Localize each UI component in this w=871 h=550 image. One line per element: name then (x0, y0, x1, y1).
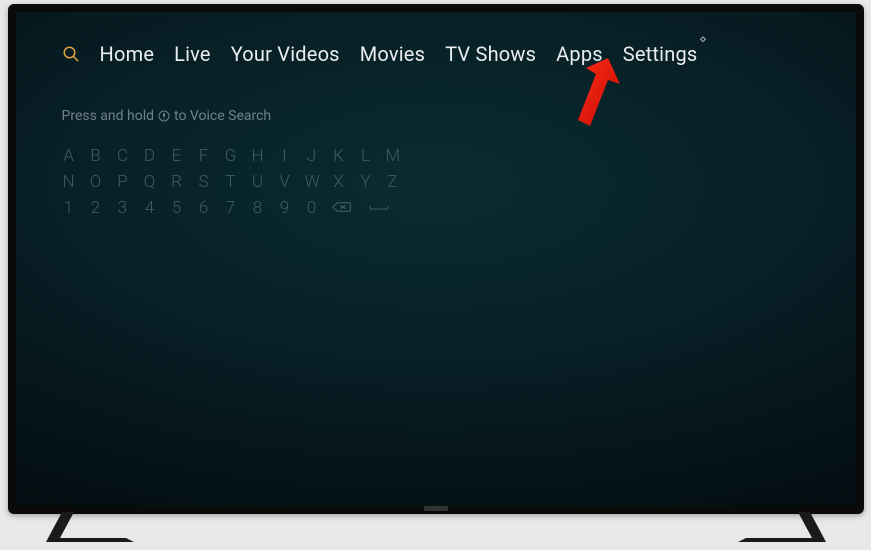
keyboard-row-1: A B C D E F G H I J K L M (62, 146, 810, 166)
hint-suffix: to Voice Search (174, 108, 271, 124)
tv-frame: Home Live Your Videos Movies TV Shows Ap… (8, 4, 864, 544)
key[interactable]: K (332, 146, 346, 166)
key[interactable]: E (170, 146, 184, 166)
tv-screen: Home Live Your Videos Movies TV Shows Ap… (16, 12, 856, 506)
key[interactable]: J (305, 146, 319, 166)
key[interactable]: U (251, 172, 265, 192)
key[interactable]: 2 (89, 198, 103, 218)
hint-prefix: Press and hold (62, 108, 155, 124)
key[interactable]: H (251, 146, 265, 166)
key[interactable]: D (143, 146, 157, 166)
annotation-arrow-icon (564, 58, 620, 146)
key[interactable]: V (278, 172, 292, 192)
tv-bezel: Home Live Your Videos Movies TV Shows Ap… (8, 4, 864, 514)
key[interactable]: S (197, 172, 211, 192)
nav-apps[interactable]: Apps (556, 42, 603, 66)
key[interactable]: 3 (116, 198, 130, 218)
key[interactable]: 4 (143, 198, 157, 218)
top-navigation: Home Live Your Videos Movies TV Shows Ap… (62, 42, 810, 66)
space-key[interactable] (365, 198, 393, 218)
keyboard-row-3: 1 2 3 4 5 6 7 8 9 0 (62, 198, 810, 218)
key[interactable]: F (197, 146, 211, 166)
nav-settings[interactable]: Settings (623, 42, 698, 66)
nav-movies[interactable]: Movies (360, 42, 425, 66)
key[interactable]: 0 (305, 198, 319, 218)
key[interactable]: Y (359, 172, 373, 192)
key[interactable]: N (62, 172, 76, 192)
nav-tv-shows[interactable]: TV Shows (445, 42, 536, 66)
keyboard-row-2: N O P Q R S T U V W X Y Z (62, 172, 810, 192)
tv-brand-logo (424, 506, 448, 511)
tv-leg-right (738, 512, 826, 542)
key[interactable]: A (62, 146, 76, 166)
key[interactable]: 8 (251, 198, 265, 218)
key[interactable]: R (170, 172, 184, 192)
key[interactable]: 9 (278, 198, 292, 218)
key[interactable]: Q (143, 172, 157, 192)
key[interactable]: L (359, 146, 373, 166)
key[interactable]: Z (386, 172, 400, 192)
on-screen-keyboard: A B C D E F G H I J K L M N O P (62, 146, 810, 218)
key[interactable]: P (116, 172, 130, 192)
key[interactable]: M (386, 146, 400, 166)
microphone-icon (158, 110, 170, 122)
key[interactable]: 5 (170, 198, 184, 218)
tv-leg-left (46, 512, 134, 542)
notification-badge-icon (699, 36, 707, 44)
nav-home[interactable]: Home (100, 42, 155, 66)
nav-your-videos[interactable]: Your Videos (231, 42, 340, 66)
key[interactable]: O (89, 172, 103, 192)
key[interactable]: X (332, 172, 346, 192)
nav-settings-label: Settings (623, 42, 698, 66)
key[interactable]: T (224, 172, 238, 192)
key[interactable]: 1 (62, 198, 76, 218)
backspace-key[interactable] (332, 198, 352, 218)
key[interactable]: 6 (197, 198, 211, 218)
key[interactable]: 7 (224, 198, 238, 218)
nav-live[interactable]: Live (174, 42, 211, 66)
key[interactable]: C (116, 146, 130, 166)
key[interactable]: G (224, 146, 238, 166)
voice-search-hint: Press and hold to Voice Search (62, 108, 810, 124)
key[interactable]: B (89, 146, 103, 166)
key[interactable]: W (305, 172, 319, 192)
search-icon[interactable] (62, 45, 80, 63)
key[interactable]: I (278, 146, 292, 166)
tv-stand (8, 514, 864, 544)
